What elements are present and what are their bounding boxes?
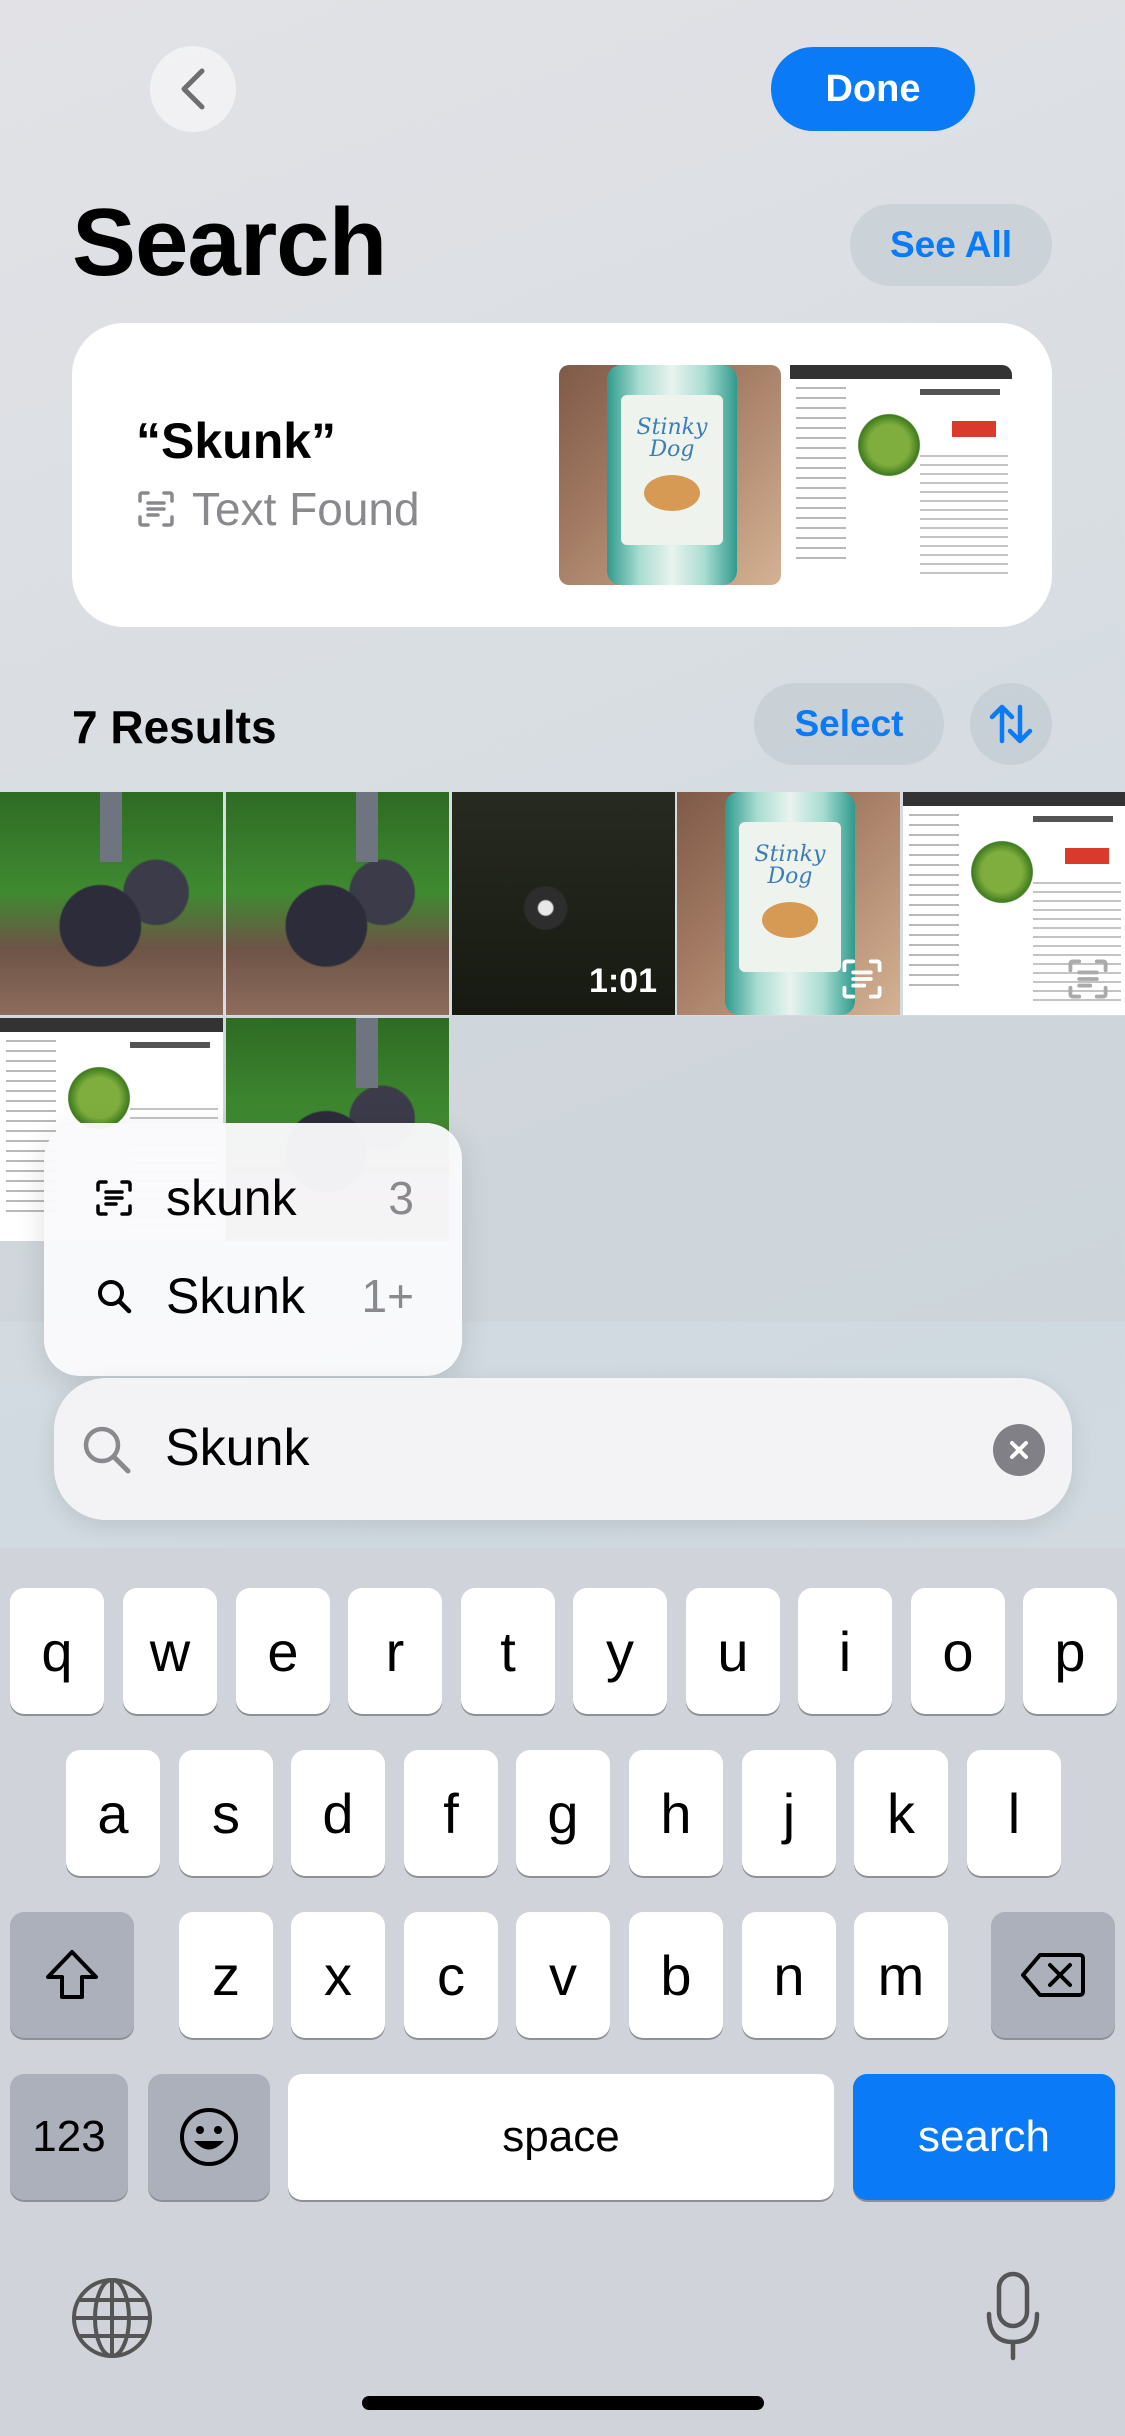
done-button[interactable]: Done <box>771 47 975 131</box>
emoji-icon <box>180 2108 238 2166</box>
search-key[interactable]: search <box>853 2074 1115 2200</box>
bottle-label: Stinky Dog <box>739 822 841 972</box>
doc-text-lines <box>920 455 1008 575</box>
key-n[interactable]: n <box>742 1912 836 2038</box>
key-t[interactable]: t <box>461 1588 555 1714</box>
shift-icon <box>46 1950 98 1999</box>
search-suggestions: skunk 3 Skunk 1+ <box>44 1123 462 1376</box>
top-result-query: “Skunk” <box>136 413 337 469</box>
suggestion-count: 1+ <box>361 1270 414 1322</box>
key-p[interactable]: p <box>1023 1588 1117 1714</box>
page-title: Search <box>72 189 387 296</box>
tree-trunk <box>100 792 122 862</box>
photo-thumbnail[interactable] <box>226 792 449 1015</box>
tree-trunk <box>356 1018 378 1088</box>
doc-sidebar <box>909 814 959 994</box>
dictation-button[interactable] <box>983 2270 1043 2364</box>
key-z[interactable]: z <box>179 1912 273 2038</box>
doc-header-bar <box>0 1018 223 1032</box>
numbers-key[interactable]: 123 <box>10 2074 128 2200</box>
tree-trunk <box>356 792 378 862</box>
doc-header-bar <box>903 792 1125 806</box>
text-recognition-icon <box>1068 959 1108 999</box>
suggestion-row[interactable]: Skunk 1+ <box>44 1251 462 1341</box>
doc-plant-image <box>971 832 1033 912</box>
key-q[interactable]: q <box>10 1588 104 1714</box>
screenshot-thumbnail[interactable] <box>903 792 1125 1015</box>
search-icon <box>98 1280 132 1314</box>
suggestion-label: skunk <box>166 1170 297 1226</box>
key-s[interactable]: s <box>179 1750 273 1876</box>
key-o[interactable]: o <box>911 1588 1005 1714</box>
key-g[interactable]: g <box>516 1750 610 1876</box>
video-thumbnail[interactable]: 1:01 <box>452 792 675 1015</box>
results-count: 7 Results <box>72 701 277 753</box>
sort-arrows-icon <box>989 704 1033 744</box>
key-u[interactable]: u <box>686 1588 780 1714</box>
microphone-icon <box>986 2271 1040 2361</box>
dog-illustration <box>762 902 818 938</box>
key-x[interactable]: x <box>291 1912 385 2038</box>
dog-illustration <box>644 475 700 511</box>
search-input[interactable]: Skunk <box>165 1418 310 1478</box>
key-l[interactable]: l <box>967 1750 1061 1876</box>
key-d[interactable]: d <box>291 1750 385 1876</box>
bottle-label-text: Stinky Dog <box>754 842 826 889</box>
home-indicator[interactable] <box>362 2396 764 2410</box>
bottle-label: Stinky Dog <box>621 395 723 545</box>
space-key[interactable]: space <box>288 2074 834 2200</box>
video-duration: 1:01 <box>588 962 657 1000</box>
doc-title-line <box>130 1042 210 1048</box>
doc-red-button <box>952 421 996 437</box>
bottle-label-text: Stinky Dog <box>636 415 708 462</box>
search-icon <box>83 1426 131 1474</box>
top-result-subtitle-text: Text Found <box>192 483 420 535</box>
chevron-left-icon <box>181 68 205 110</box>
emoji-key[interactable] <box>148 2074 270 2200</box>
key-j[interactable]: j <box>742 1750 836 1876</box>
key-h[interactable]: h <box>629 1750 723 1876</box>
doc-plant-image <box>858 405 920 485</box>
top-result-thumbnail-bottle[interactable]: Stinky Dog <box>559 365 781 585</box>
text-recognition-icon <box>138 491 174 527</box>
globe-button[interactable] <box>70 2276 154 2360</box>
photo-thumbnail[interactable] <box>0 792 223 1015</box>
globe-icon <box>72 2278 152 2358</box>
key-k[interactable]: k <box>854 1750 948 1876</box>
back-button[interactable] <box>150 46 236 132</box>
doc-header-bar <box>790 365 1012 379</box>
clear-search-button[interactable] <box>993 1424 1045 1476</box>
doc-red-button <box>1065 848 1109 864</box>
delete-backward-icon <box>1021 1953 1085 1997</box>
doc-title-line <box>920 389 1000 395</box>
suggestion-label: Skunk <box>166 1268 305 1324</box>
doc-sidebar <box>796 387 846 567</box>
select-button[interactable]: Select <box>754 683 944 765</box>
doc-title-line <box>1033 816 1113 822</box>
text-recognition-icon <box>96 1180 132 1216</box>
suggestion-count: 3 <box>388 1172 414 1224</box>
see-all-button[interactable]: See All <box>850 204 1052 286</box>
key-y[interactable]: y <box>573 1588 667 1714</box>
key-i[interactable]: i <box>798 1588 892 1714</box>
key-f[interactable]: f <box>404 1750 498 1876</box>
key-a[interactable]: a <box>66 1750 160 1876</box>
suggestion-row[interactable]: skunk 3 <box>44 1153 462 1243</box>
shift-key[interactable] <box>10 1912 134 2038</box>
key-e[interactable]: e <box>236 1588 330 1714</box>
photo-thumbnail[interactable]: Stinky Dog <box>677 792 900 1015</box>
top-result-thumbnail-document[interactable] <box>790 365 1012 585</box>
key-c[interactable]: c <box>404 1912 498 2038</box>
text-recognition-icon <box>842 959 882 999</box>
key-v[interactable]: v <box>516 1912 610 2038</box>
key-m[interactable]: m <box>854 1912 948 2038</box>
delete-key[interactable] <box>991 1912 1115 2038</box>
top-result-subtitle: Text Found <box>136 482 420 536</box>
key-w[interactable]: w <box>123 1588 217 1714</box>
sort-button[interactable] <box>970 683 1052 765</box>
close-icon <box>1010 1441 1028 1459</box>
key-r[interactable]: r <box>348 1588 442 1714</box>
key-b[interactable]: b <box>629 1912 723 2038</box>
